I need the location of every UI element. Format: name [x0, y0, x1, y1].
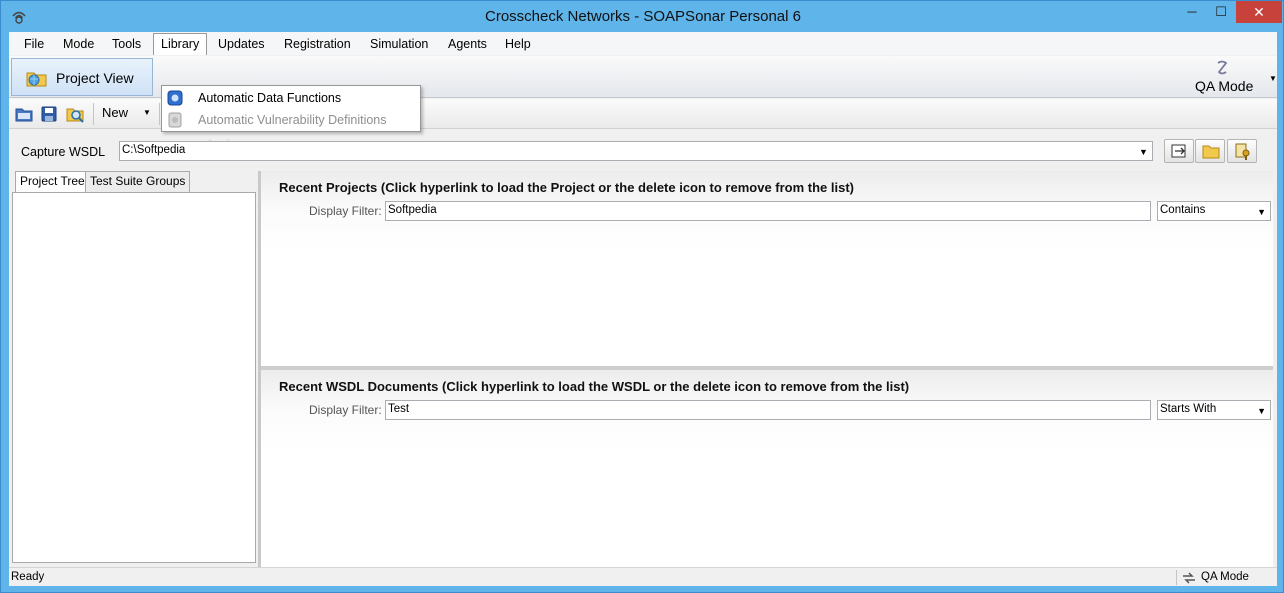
status-divider: [1176, 570, 1177, 585]
qa-mode-icon: [1217, 60, 1228, 75]
data-functions-icon: [167, 90, 183, 106]
recent-wsdl-title: Recent WSDL Documents (Click hyperlink t…: [279, 379, 910, 394]
capture-settings-button[interactable]: [1227, 139, 1257, 163]
wsdl-filter-label: Display Filter:: [309, 403, 382, 417]
menu-tools[interactable]: Tools: [105, 35, 148, 53]
capture-add-button[interactable]: [1164, 139, 1194, 163]
tab-test-suite-groups[interactable]: Test Suite Groups: [85, 171, 191, 192]
menu-agents[interactable]: Agents: [441, 35, 494, 53]
vulnerability-icon: [168, 112, 182, 128]
open-folder-icon[interactable]: [15, 105, 33, 123]
recent-projects-title: Recent Projects (Click hyperlink to load…: [279, 180, 855, 195]
recent-wsdl-section: Recent WSDL Documents (Click hyperlink t…: [261, 370, 1273, 567]
qa-mode-button[interactable]: QA Mode ▼: [1189, 60, 1277, 96]
chevron-down-icon: ▼: [1257, 207, 1266, 217]
folder-globe-icon: [26, 72, 47, 87]
client-area: File Mode Tools Library Updates Registra…: [9, 32, 1277, 586]
recent-projects-section: Recent Projects (Click hyperlink to load…: [261, 171, 1273, 366]
menu-item-label: Automatic Vulnerability Definitions: [198, 113, 387, 127]
menu-help[interactable]: Help: [498, 35, 538, 53]
close-button[interactable]: ✕: [1236, 1, 1282, 23]
qa-mode-status-icon: [1183, 572, 1195, 584]
project-view-label: Project View: [56, 70, 134, 86]
title-bar[interactable]: Crosscheck Networks - SOAPSonar Personal…: [1, 1, 1284, 32]
app-window: Crosscheck Networks - SOAPSonar Personal…: [0, 0, 1284, 593]
projects-match-select[interactable]: Contains ▼: [1157, 201, 1271, 221]
wsdl-match-value: Starts With: [1160, 403, 1217, 415]
library-dropdown-menu: Automatic Data Functions Automatic Vulne…: [161, 85, 421, 132]
new-button[interactable]: New: [102, 105, 128, 120]
maximize-button[interactable]: ☐: [1206, 1, 1236, 23]
menu-item-automatic-vulnerability-definitions[interactable]: Automatic Vulnerability Definitions: [162, 109, 420, 131]
window-title: Crosscheck Networks - SOAPSonar Personal…: [485, 8, 801, 25]
search-project-icon[interactable]: [66, 105, 84, 123]
left-panel: Project Tree Test Suite Groups: [12, 171, 257, 565]
projects-filter-label: Display Filter:: [309, 204, 382, 218]
capture-wsdl-row: Capture WSDL C:\Softpedia ▼: [9, 137, 1277, 165]
menu-item-automatic-data-functions[interactable]: Automatic Data Functions: [162, 87, 420, 109]
status-mode: QA Mode: [1201, 571, 1249, 583]
capture-browse-button[interactable]: [1195, 139, 1225, 163]
chevron-down-icon[interactable]: ▼: [1269, 74, 1277, 83]
project-view-button[interactable]: Project View: [11, 58, 153, 96]
menu-file[interactable]: File: [17, 35, 51, 53]
add-to-project-icon: [1171, 144, 1186, 158]
folder-icon: [1202, 145, 1220, 159]
menu-bar: File Mode Tools Library Updates Registra…: [9, 32, 1277, 55]
project-tree-view[interactable]: [12, 192, 256, 563]
status-text: Ready: [11, 571, 45, 583]
minimize-button[interactable]: ─: [1177, 1, 1207, 23]
menu-library[interactable]: Library: [153, 33, 208, 55]
chevron-down-icon[interactable]: ▼: [143, 108, 151, 117]
menu-updates[interactable]: Updates: [211, 35, 272, 53]
menu-item-label: Automatic Data Functions: [198, 91, 342, 105]
projects-match-value: Contains: [1160, 204, 1206, 216]
save-icon[interactable]: [40, 105, 58, 123]
wsdl-filter-input[interactable]: Test: [385, 400, 1151, 420]
menu-registration[interactable]: Registration: [277, 35, 358, 53]
toolbar-divider: [159, 103, 160, 125]
projects-filter-input[interactable]: Softpedia: [385, 201, 1151, 221]
toolbar-divider: [93, 103, 94, 125]
right-panel: Recent Projects (Click hyperlink to load…: [261, 171, 1273, 567]
capture-wsdl-input[interactable]: C:\Softpedia: [119, 141, 1153, 161]
menu-simulation[interactable]: Simulation: [363, 35, 435, 53]
chevron-down-icon: ▼: [1257, 406, 1266, 416]
chevron-down-icon[interactable]: ▼: [1139, 147, 1148, 157]
key-icon: [1235, 143, 1250, 160]
qa-mode-label: QA Mode: [1195, 78, 1254, 94]
status-bar: Ready QA Mode: [9, 567, 1277, 586]
menu-mode[interactable]: Mode: [56, 35, 101, 53]
wsdl-match-select[interactable]: Starts With ▼: [1157, 400, 1271, 420]
tab-project-tree[interactable]: Project Tree: [15, 171, 90, 193]
capture-wsdl-label: Capture WSDL: [21, 145, 106, 159]
